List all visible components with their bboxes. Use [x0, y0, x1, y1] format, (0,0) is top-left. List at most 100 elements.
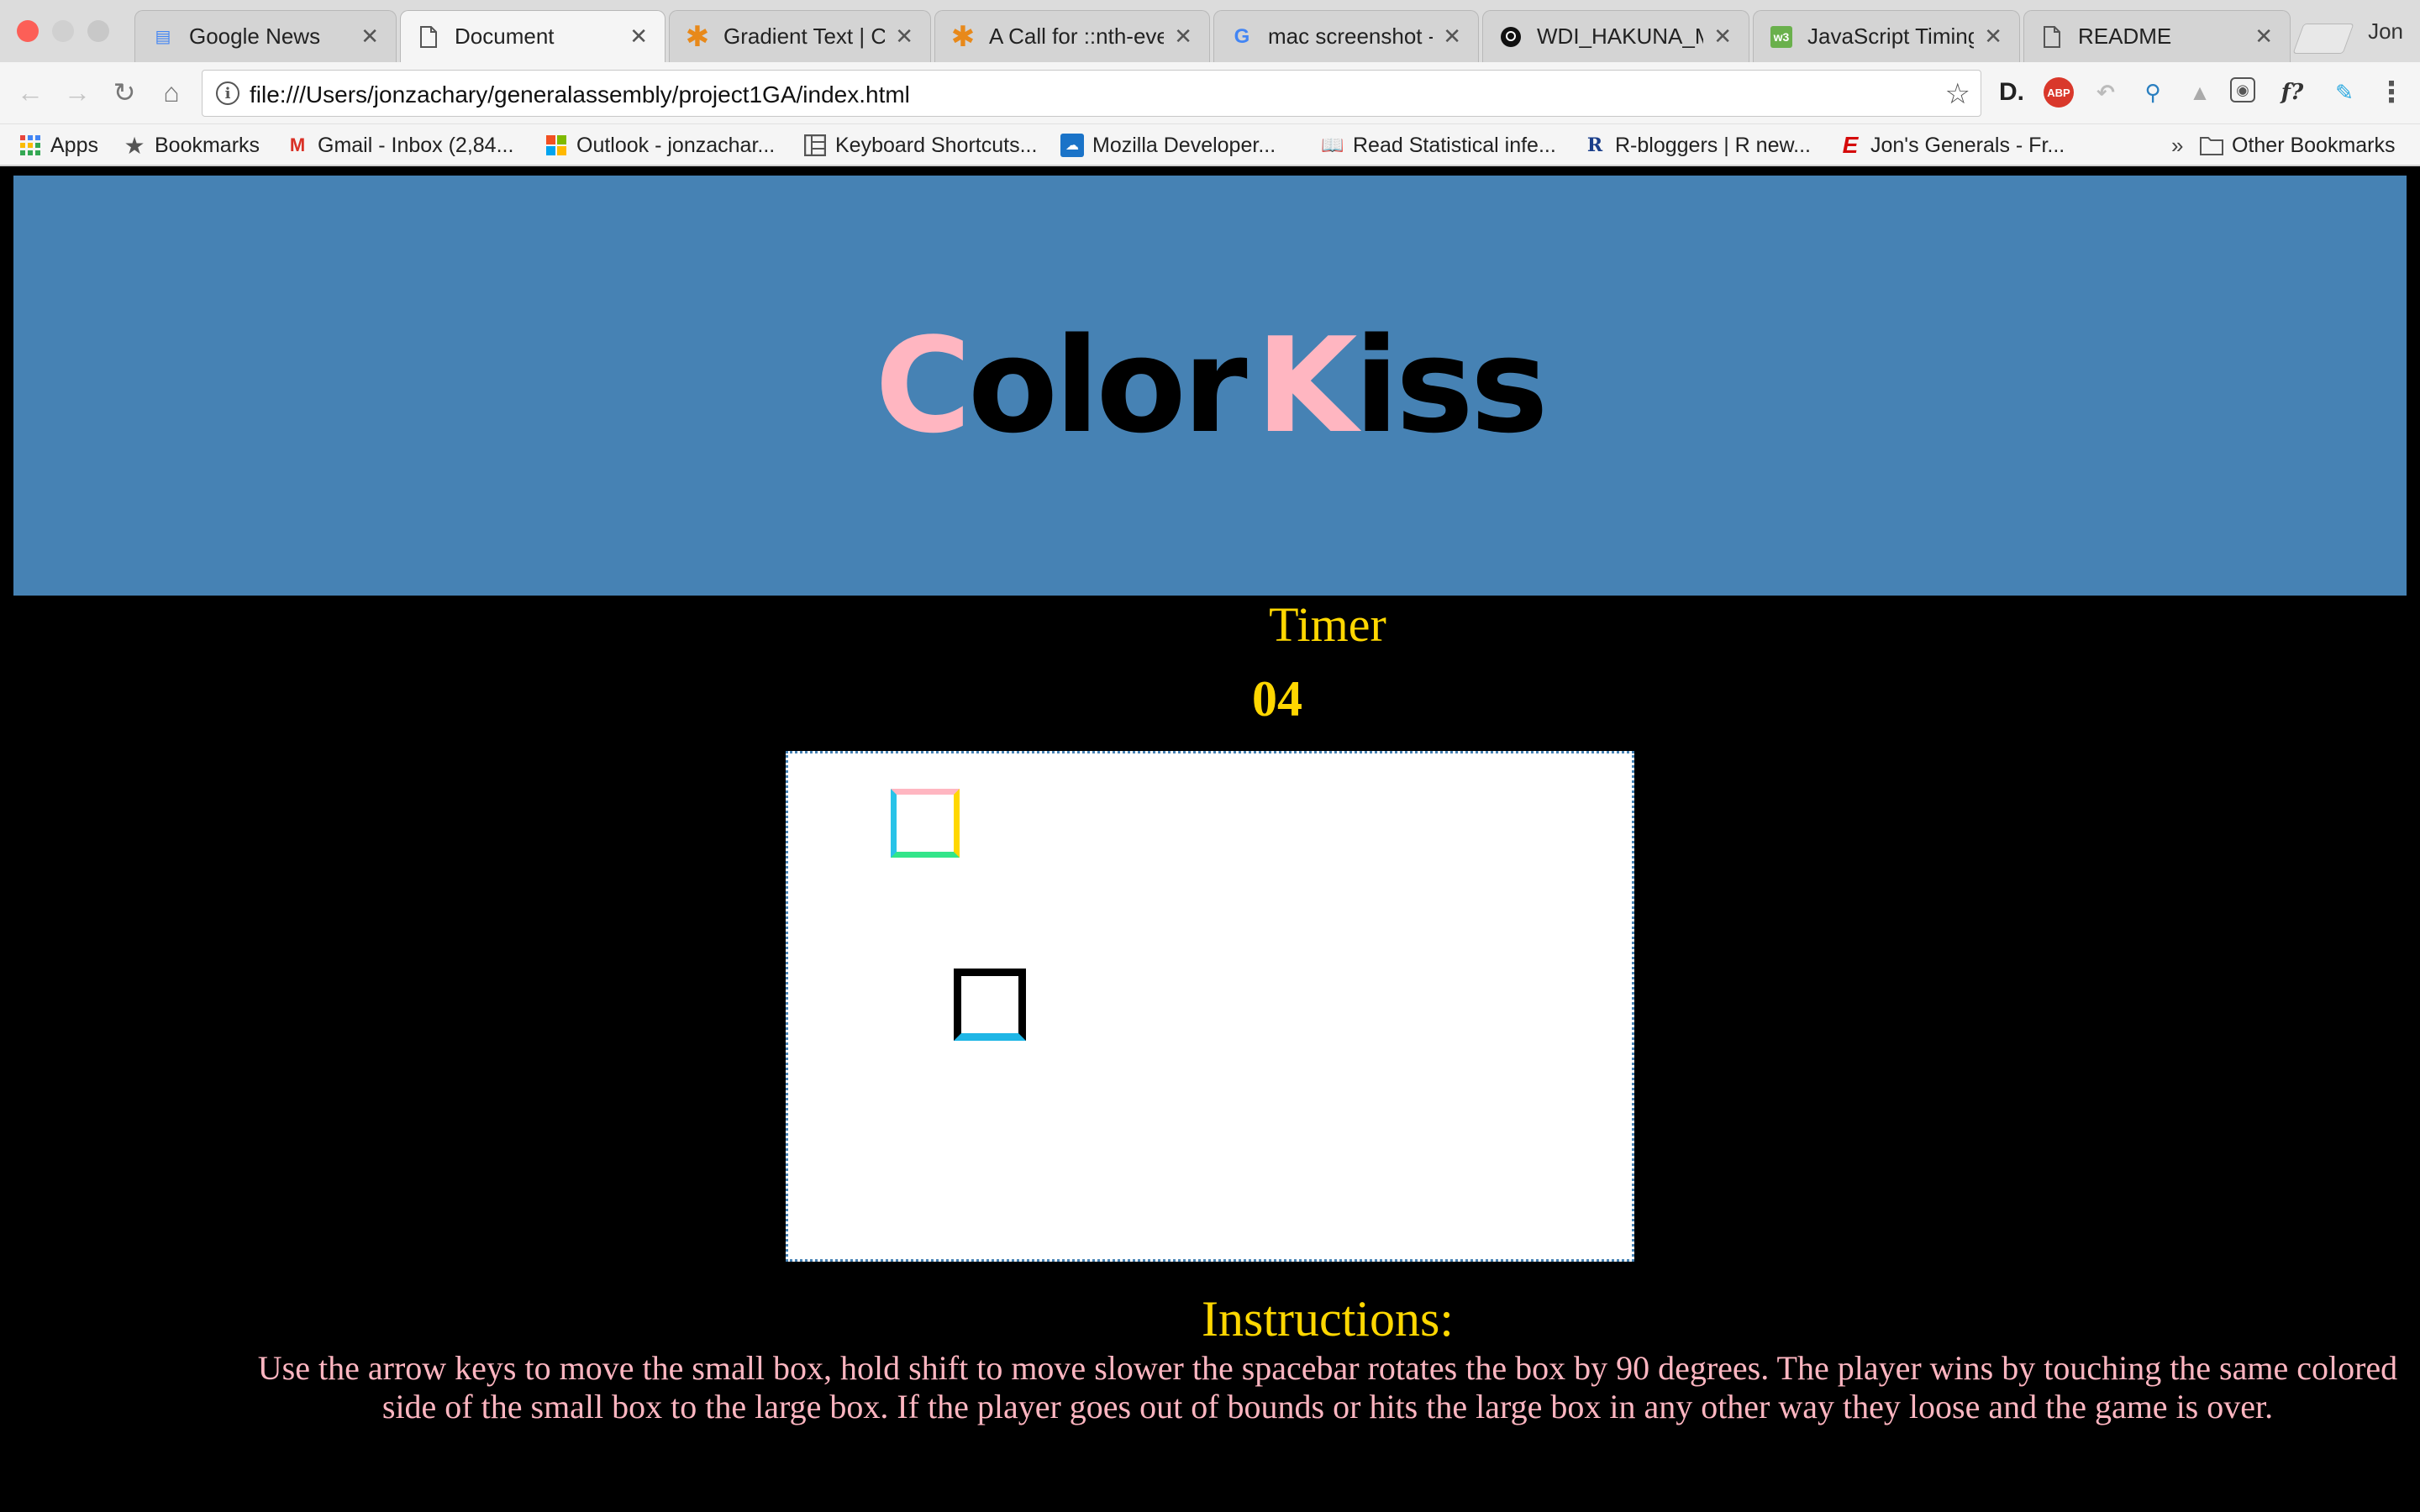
w3schools-icon: w3 [1770, 25, 1792, 48]
tab-readme[interactable]: README ✕ [2023, 10, 2291, 62]
close-icon[interactable]: ✕ [1174, 24, 1192, 50]
tab-nth-every[interactable]: ✱ A Call for ::nth-eve ✕ [934, 10, 1210, 62]
bookmark-label: Bookmarks [155, 133, 260, 157]
close-icon[interactable]: ✕ [1443, 24, 1461, 50]
bookmarks-overflow-chevron[interactable]: » [2171, 133, 2183, 158]
bookmark-label: Other Bookmarks [2232, 133, 2396, 157]
tab-title: Google News [189, 24, 321, 49]
tab-title: mac screenshot - G [1268, 24, 1433, 49]
document-icon [418, 25, 439, 48]
close-icon[interactable]: ✕ [2254, 24, 2273, 50]
apps-grid-icon [18, 134, 42, 157]
bookmark-label: Read Statistical infe... [1353, 133, 1556, 157]
bookmark-label: R-bloggers | R new... [1615, 133, 1811, 157]
address-bar[interactable]: i file:///Users/jonzachary/generalassemb… [202, 70, 1981, 117]
logo-text-olor: olor [967, 309, 1248, 462]
drive-icon[interactable]: ▲ [2185, 77, 2215, 108]
close-icon[interactable]: ✕ [629, 24, 648, 50]
bookmark-other-bookmarks[interactable]: Other Bookmarks [2200, 133, 2396, 158]
mdn-icon: ☁ [1060, 134, 1084, 157]
profile-name[interactable]: Jon [2368, 18, 2403, 45]
bookmark-r-bloggers[interactable]: R R-bloggers | R new... [1583, 133, 1811, 158]
folder-icon [2200, 134, 2223, 157]
document-icon [2041, 25, 2063, 48]
bookmark-jons-generals[interactable]: E Jon's Generals - Fr... [1839, 132, 2065, 158]
espn-icon: E [1842, 132, 1859, 158]
tab-document[interactable]: Document ✕ [400, 10, 666, 62]
github-icon [1500, 26, 1522, 48]
close-icon[interactable]: ✕ [360, 24, 379, 50]
bookmark-label: Mozilla Developer... [1092, 133, 1276, 157]
tab-title: A Call for ::nth-eve [989, 24, 1165, 49]
close-window-button[interactable] [17, 20, 39, 42]
r-icon: R [1586, 134, 1603, 156]
google-icon: G [1234, 24, 1250, 48]
bookmark-gmail[interactable]: M Gmail - Inbox (2,84... [286, 133, 514, 158]
timer-label: Timer [1269, 597, 1386, 652]
keyboard-icon [803, 134, 827, 157]
logo-letter-k: K [1255, 309, 1358, 462]
header-banner: Color Kiss [13, 176, 2407, 596]
tab-github[interactable]: WDI_HAKUNA_MA ✕ [1482, 10, 1749, 62]
css-tricks-icon: ✱ [950, 20, 976, 53]
bookmarks-bar: Apps ★ Bookmarks M Gmail - Inbox (2,84..… [0, 124, 2420, 166]
bookmark-label: Apps [50, 133, 98, 157]
bookmark-keyboard-shortcuts[interactable]: Keyboard Shortcuts... [803, 133, 1037, 158]
adblock-icon[interactable]: ABP [2044, 77, 2074, 108]
extension-pen-icon[interactable]: ✎ [2329, 77, 2360, 108]
google-news-icon: ▤ [155, 28, 171, 46]
tab-gradient-text[interactable]: ✱ Gradient Text | CSS ✕ [669, 10, 931, 62]
instructions-text: Use the arrow keys to move the small box… [257, 1349, 2398, 1425]
css-tricks-icon: ✱ [685, 20, 710, 53]
bookmark-mdn[interactable]: ☁ Mozilla Developer... [1060, 133, 1276, 158]
game-board[interactable] [786, 751, 1634, 1262]
home-icon[interactable]: ⌂ [155, 76, 188, 109]
extension-bulb-icon[interactable]: ◉ [2230, 77, 2255, 102]
back-arrow-icon[interactable]: ← [13, 76, 47, 109]
forward-arrow-icon[interactable]: → [60, 76, 94, 109]
bookmark-label: Keyboard Shortcuts... [835, 133, 1038, 157]
tab-google-news[interactable]: ▤ Google News ✕ [134, 10, 397, 62]
extension-arrow-icon[interactable]: ↶ [2091, 77, 2121, 108]
timer-value: 04 [1252, 671, 1302, 727]
tab-title: README [2078, 24, 2172, 49]
close-icon[interactable]: ✕ [895, 24, 913, 50]
extension-d-icon[interactable]: D. [1996, 77, 2027, 108]
bookmark-apps[interactable]: Apps [18, 133, 98, 158]
microsoft-icon [544, 134, 568, 157]
bookmark-bookmarks[interactable]: ★ Bookmarks [123, 132, 260, 159]
new-tab-button[interactable] [2292, 24, 2354, 54]
formula-icon[interactable]: f? [2277, 77, 2307, 108]
star-icon[interactable]: ☆ [1945, 77, 1970, 111]
tab-js-timing[interactable]: w3 JavaScript Timing ✕ [1753, 10, 2020, 62]
target-large-box [954, 969, 1026, 1041]
star-icon: ★ [124, 132, 145, 159]
tab-title: Document [455, 24, 555, 49]
bookmark-outlook[interactable]: Outlook - jonzachar... [544, 133, 775, 158]
menu-dots-icon[interactable]: ⋮ [2376, 76, 2407, 108]
gmail-icon: M [289, 134, 306, 155]
logo-text-iss: iss [1354, 309, 1548, 462]
close-icon[interactable]: ✕ [1713, 24, 1732, 50]
bookmark-label: Outlook - jonzachar... [576, 133, 776, 157]
tab-mac-screenshot[interactable]: G mac screenshot - G ✕ [1213, 10, 1479, 62]
player-small-box[interactable] [891, 789, 960, 858]
bookmark-label: Jon's Generals - Fr... [1870, 133, 2065, 157]
url-text[interactable]: file:///Users/jonzachary/generalassembly… [250, 81, 910, 108]
tab-title: Gradient Text | CSS [723, 24, 885, 49]
instructions-title: Instructions: [1202, 1291, 1454, 1347]
zoom-window-button[interactable] [87, 20, 109, 42]
close-icon[interactable]: ✕ [1984, 24, 2002, 50]
reload-icon[interactable]: ↻ [108, 76, 141, 109]
logo-letter-c: C [875, 309, 971, 462]
bookmark-statistical-inference[interactable]: 📖 Read Statistical infe... [1321, 133, 1556, 158]
tab-title: WDI_HAKUNA_MA [1537, 24, 1703, 49]
extension-satellite-icon[interactable]: ⚲ [2138, 77, 2168, 108]
colorkiss-logo: Color Kiss [13, 176, 2407, 596]
tab-title: JavaScript Timing [1807, 24, 1975, 49]
info-icon[interactable]: i [216, 81, 239, 105]
book-icon: 📖 [1321, 134, 1344, 155]
bookmark-label: Gmail - Inbox (2,84... [318, 133, 514, 157]
browser-toolbar: ← → ↻ ⌂ i file:///Users/jonzachary/gener… [0, 62, 2420, 124]
minimize-window-button[interactable] [52, 20, 74, 42]
